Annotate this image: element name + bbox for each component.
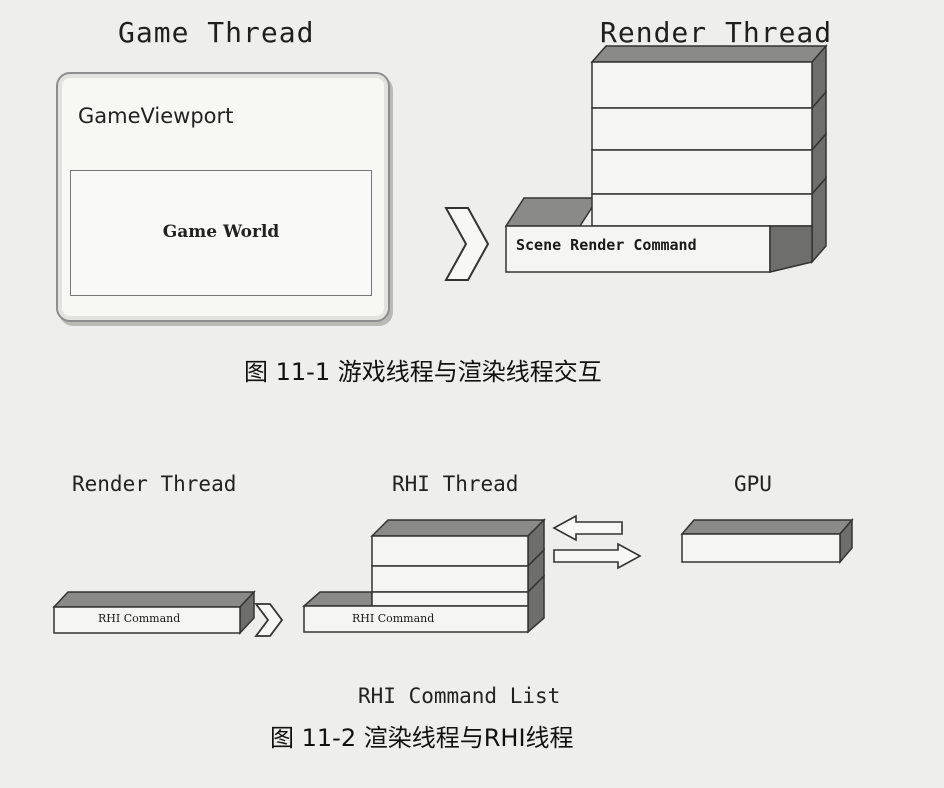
render-rhi-command-label: RHI Command [98,612,181,625]
arrow-left-icon [552,514,623,542]
chevron-right-icon [254,603,284,637]
figure2-caption: 图 11-2 渲染线程与RHI线程 [270,724,574,752]
arrow-right-icon [553,542,642,570]
chevron-right-icon [444,207,490,281]
diagram-shapes [52,44,854,637]
rhi-command-list-label: RHI Command List [358,684,561,708]
scene-render-command-label: Scene Render Command [516,236,697,254]
render-thread-title-2: Render Thread [72,472,237,496]
figure1-caption: 图 11-1 游戏线程与渲染线程交互 [244,358,602,386]
rhi-thread-title: RHI Thread [392,472,519,496]
gpu-title: GPU [734,472,772,496]
gpu-box [680,517,854,565]
rhi-command-label: RHI Command [352,612,435,625]
